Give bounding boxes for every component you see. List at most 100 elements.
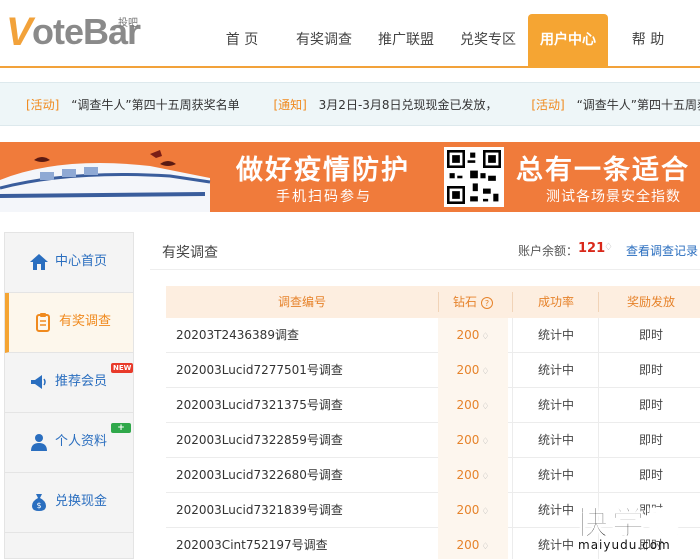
survey-id[interactable]: 202003Lucid7322859号调查 [176,423,343,458]
plus-badge-icon: + [111,423,131,433]
notice-item[interactable]: [活动] “调查牛人”第四十五周获奖名单 [26,83,240,125]
success-rate: 统计中 [537,433,574,447]
sidebar-item-label: 中心首页 [55,254,108,269]
survey-id[interactable]: 202003Lucid7277501号调查 [176,353,343,388]
user-icon [31,434,47,451]
votebar-logo[interactable]: V oteBar 投吧 [6,10,146,54]
diamond-value: 200 [456,363,480,377]
sidebar-item-profile[interactable]: 个人资料 + [5,413,133,473]
survey-id[interactable]: 20203T2436389调查 [176,318,299,353]
award-timing: 即时 [638,328,663,342]
diamond-reward: 200 ♢ [438,318,508,353]
sidebar-item-center-home[interactable]: 中心首页 [5,233,133,293]
main-nav: 首 页 有奖调查 推广联盟 兑奖专区 用户中心 帮 助 [200,14,688,68]
sidebar-item-label: 个人资料 [55,434,108,449]
banner-title-2: 总有一条适合 [516,155,690,186]
success-rate: 统计中 [537,328,574,342]
notice-tag: [通知] [273,98,307,112]
diamond-value: 200 [456,433,480,447]
notice-text: “调查牛人”第四十五周获奖名单 [576,98,700,112]
logo-subtitle: 投吧 [118,18,138,29]
award-timing: 即时 [638,468,663,482]
column-header-label: 钻石 [452,295,477,309]
megaphone-icon [31,375,46,389]
sidebar-item-label: 有奖调查 [59,314,112,329]
header: V oteBar 投吧 首 页 有奖调查 推广联盟 兑奖专区 用户中心 帮 助 [0,0,700,68]
sidebar-item-surveys[interactable]: 有奖调查 [5,293,133,353]
diamond-reward: 200 ♢ [438,388,508,423]
diamond-reward: 200 ♢ [438,423,508,458]
diamond-icon: ♢ [481,402,490,412]
diamond-icon: ♢ [604,242,613,253]
diamond-icon: ♢ [481,437,490,447]
watermark-url: maiyudu.com [578,538,671,552]
award-timing: 即时 [638,398,663,412]
table-row[interactable]: 202003Lucid7322859号调查 200 ♢ 统计中 即时 [166,423,700,458]
help-icon[interactable]: ? [481,296,493,309]
balance-value: 121 [578,241,606,256]
sidebar-item-label: 兑换现金 [55,494,108,509]
diamond-icon: ♢ [481,367,490,377]
table-header: 调查编号 钻石? 成功率 奖励发放 [166,286,700,318]
nav-home[interactable]: 首 页 [200,14,284,66]
banner-subtitle: 手机扫码参与 [276,189,372,205]
diamond-reward: 200 ♢ [438,353,508,388]
notice-item[interactable]: [通知] 3月2日-3月8日兑现现金已发放， [273,83,497,125]
diamond-icon: ♢ [481,472,490,482]
table-row[interactable]: 202003Lucid7321375号调查 200 ♢ 统计中 即时 [166,388,700,423]
page-title: 有奖调查 [162,245,218,261]
table-row[interactable]: 202003Lucid7322680号调查 200 ♢ 统计中 即时 [166,458,700,493]
new-badge: NEW [111,363,134,373]
column-header-award: 奖励发放 [626,295,675,309]
main-header: 有奖调查 账户余额： 121 ♢ 查看调查记录 [150,232,700,270]
clipboard-icon [36,313,50,332]
diamond-reward: 200 ♢ [438,528,508,559]
banner-title: 做好疫情防护 [236,155,410,186]
diamond-reward: 200 ♢ [438,458,508,493]
view-survey-records-link[interactable]: 查看调查记录 [626,242,698,259]
diamond-value: 200 [456,328,480,342]
notice-bar: [活动] “调查牛人”第四十五周获奖名单 [通知] 3月2日-3月8日兑现现金已… [0,82,700,126]
diamond-reward: 200 ♢ [438,493,508,528]
svg-text:$: $ [36,501,41,510]
award-timing: 即时 [638,363,663,377]
sidebar-item-cash-out[interactable]: $ 兑换现金 [5,473,133,533]
home-icon [30,254,48,270]
success-rate: 统计中 [537,363,574,377]
nav-redeem[interactable]: 兑奖专区 [446,14,530,66]
promo-banner[interactable]: 做好疫情防护 手机扫码参与 总有一条适合 测试各场景安全指数 [0,142,700,212]
success-rate: 统计中 [537,398,574,412]
survey-id[interactable]: 202003Lucid7321375号调查 [176,388,343,423]
nav-help[interactable]: 帮 助 [606,14,690,66]
success-rate: 统计中 [537,468,574,482]
column-header-diamonds: 钻石? [438,286,508,318]
diamond-icon: ♢ [481,507,490,517]
diamond-value: 200 [456,468,480,482]
notice-item[interactable]: [活动] “调查牛人”第四十五周获奖名单 [531,83,700,125]
survey-id[interactable]: 202003Cint752197号调查 [176,528,328,559]
notice-tag: [活动] [531,98,565,112]
sidebar-item-referral[interactable]: 推荐会员 NEW [5,353,134,413]
money-bag-icon: $ [32,494,46,511]
column-header-survey-id: 调查编号 [277,295,326,309]
nav-user-center[interactable]: 用户中心 [528,14,608,68]
diamond-icon: ♢ [481,542,490,552]
diamond-value: 200 [456,538,480,552]
balance-label: 账户余额： [518,244,579,258]
survey-id[interactable]: 202003Lucid7322680号调查 [176,458,343,493]
column-header-success-rate: 成功率 [537,295,574,309]
notice-tag: [活动] [26,98,60,112]
logo-v-letter: V [6,10,33,54]
table-row[interactable]: 202003Lucid7277501号调查 200 ♢ 统计中 即时 [166,353,700,388]
table-row[interactable]: 20203T2436389调查 200 ♢ 统计中 即时 [166,318,700,353]
diamond-value: 200 [456,503,480,517]
nav-surveys[interactable]: 有奖调查 [282,14,366,66]
watermark: 快学赚 maiyudu.com [575,498,700,559]
notice-text: “调查牛人”第四十五周获奖名单 [71,98,240,112]
nav-affiliate[interactable]: 推广联盟 [364,14,448,66]
award-timing: 即时 [638,433,663,447]
diamond-value: 200 [456,398,480,412]
qr-code-icon [444,147,504,207]
survey-id[interactable]: 202003Lucid7321839号调查 [176,493,343,528]
sidebar-item-label: 推荐会员 [55,374,108,389]
